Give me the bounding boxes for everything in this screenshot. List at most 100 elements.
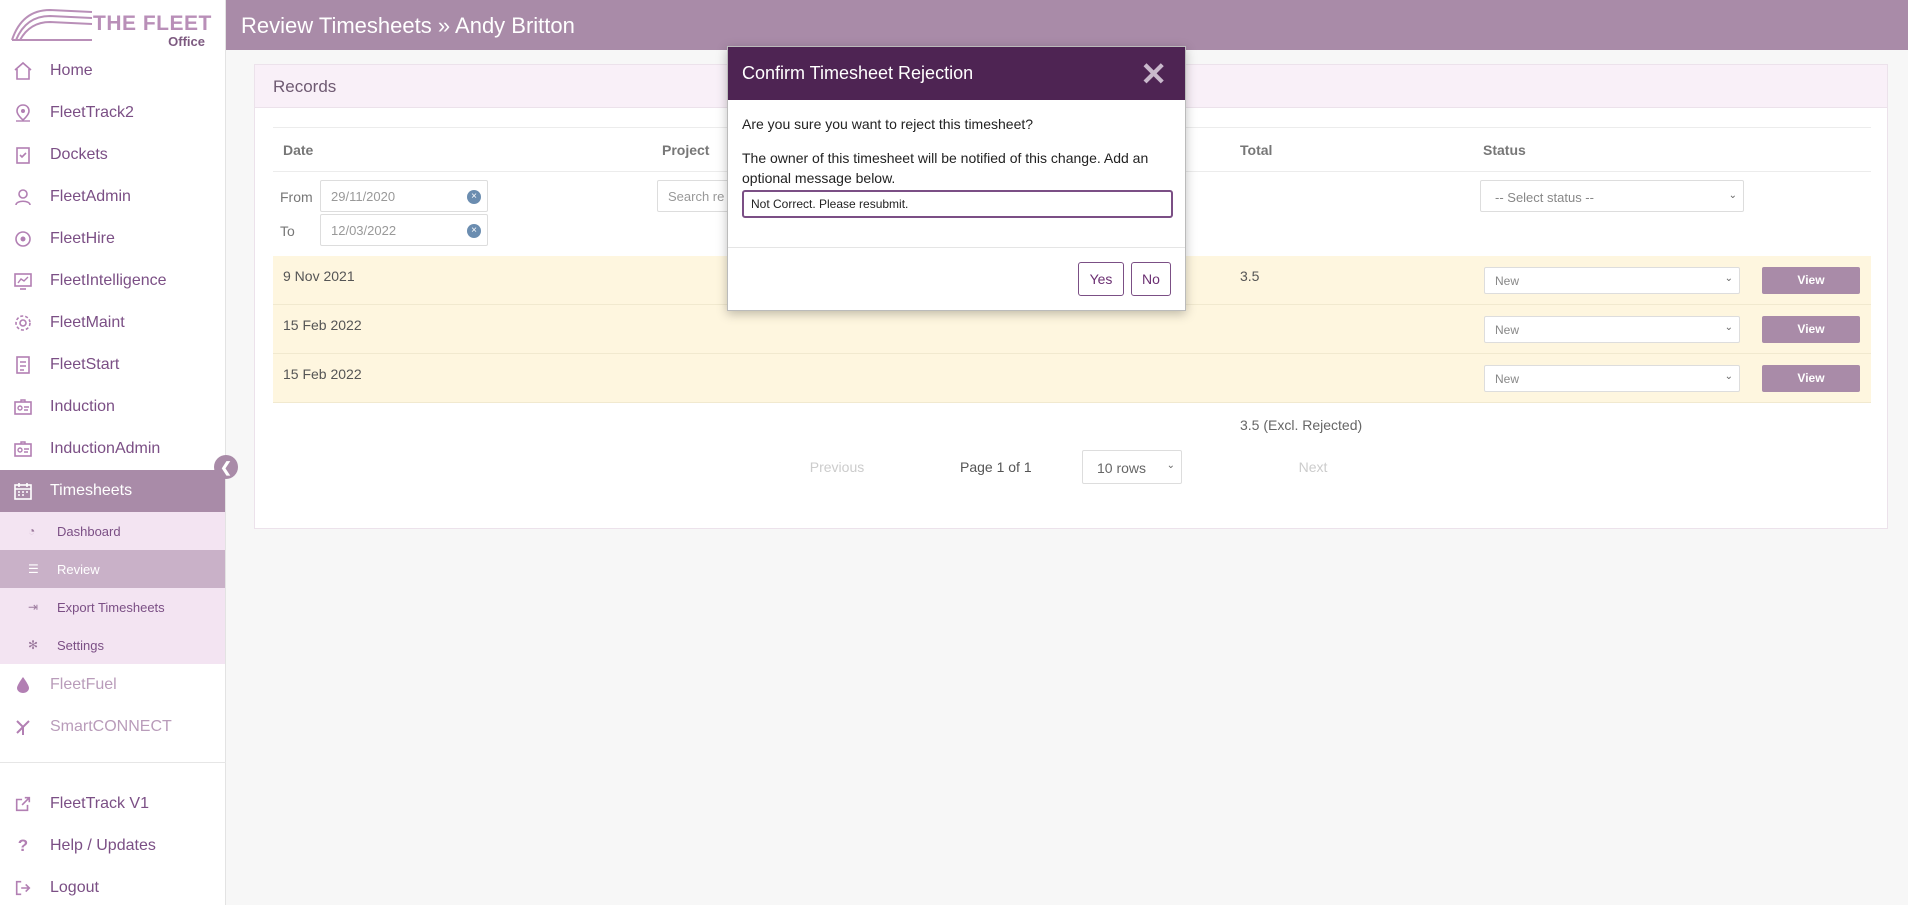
- next-page-button[interactable]: Next: [1263, 450, 1363, 484]
- user-icon: [12, 186, 34, 208]
- page-header: Review Timesheets » Andy Britton: [226, 0, 1908, 50]
- sidebar-item-home[interactable]: Home: [0, 50, 225, 92]
- sidebar-item-induction[interactable]: Induction: [0, 386, 225, 428]
- sidebar-item-fleethire[interactable]: FleetHire: [0, 218, 225, 260]
- yes-button[interactable]: Yes: [1078, 262, 1124, 296]
- previous-page-button[interactable]: Previous: [777, 450, 897, 484]
- summary-total: 3.5 (Excl. Rejected): [1240, 417, 1363, 433]
- table-row[interactable]: 15 Feb 2022 New ⌄ View: [273, 354, 1871, 403]
- sidebar-item-label: FleetMaint: [50, 314, 125, 331]
- sidebar-item-fleetfuel[interactable]: FleetFuel: [0, 664, 225, 706]
- subnav-label: Settings: [57, 637, 104, 653]
- sidebar-item-inductionadmin[interactable]: InductionAdmin: [0, 428, 225, 470]
- sidebar-item-fleettrack-v1[interactable]: FleetTrack V1: [0, 783, 226, 825]
- sidebar-item-smartconnect[interactable]: SmartCONNECT: [0, 706, 225, 748]
- table-row[interactable]: 15 Feb 2022 New ⌄ View: [273, 305, 1871, 354]
- gear-icon: [12, 312, 34, 334]
- clear-to-icon[interactable]: ×: [467, 224, 481, 238]
- row-date: 15 Feb 2022: [283, 317, 362, 333]
- sidebar-item-fleetintelligence[interactable]: FleetIntelligence: [0, 260, 225, 302]
- rows-per-page-value: 10 rows: [1097, 460, 1147, 476]
- map-pin-icon: [12, 102, 34, 124]
- breadcrumb-separator-icon: »: [437, 13, 451, 38]
- sidebar-item-fleettrack2[interactable]: FleetTrack2: [0, 92, 225, 134]
- sidebar-item-label: Induction: [50, 398, 115, 415]
- sidebar-item-label: Timesheets: [50, 482, 133, 499]
- fleet-logo-icon: [11, 8, 93, 41]
- column-header-date[interactable]: Date: [283, 142, 313, 158]
- close-icon[interactable]: ✕: [1140, 55, 1167, 93]
- search-placeholder: Search re: [668, 189, 725, 204]
- from-label: From: [280, 189, 313, 205]
- sidebar-item-label: Home: [50, 62, 93, 79]
- subnav-label: Review: [57, 561, 100, 577]
- sidebar-item-label: Help / Updates: [50, 837, 156, 854]
- row-status-select[interactable]: New ⌄: [1484, 316, 1740, 343]
- sidebar-item-help[interactable]: ? Help / Updates: [0, 825, 226, 867]
- view-button[interactable]: View: [1762, 365, 1860, 392]
- sidebar-item-logout[interactable]: Logout: [0, 867, 226, 905]
- subnav-settings[interactable]: ✻ Settings: [0, 626, 225, 664]
- subnav-dashboard[interactable]: ◔ Dashboard: [0, 512, 225, 550]
- subnav-review[interactable]: ☰ Review: [0, 550, 225, 588]
- tachometer-icon: ◔: [28, 524, 36, 538]
- sidebar-item-fleetadmin[interactable]: FleetAdmin: [0, 176, 225, 218]
- rejection-message-input[interactable]: [742, 190, 1173, 218]
- column-header-total[interactable]: Total: [1240, 142, 1272, 158]
- sidebar-item-label: FleetHire: [50, 230, 115, 247]
- app-logo[interactable]: THE FLEET Office: [0, 0, 225, 50]
- row-status-select[interactable]: New ⌄: [1484, 267, 1740, 294]
- sidebar-item-label: FleetAdmin: [50, 188, 131, 205]
- connect-icon: [12, 716, 34, 738]
- row-status-value: New: [1495, 372, 1520, 386]
- sidebar-item-label: FleetIntelligence: [50, 272, 167, 289]
- sidebar-collapse-button[interactable]: ❮: [214, 455, 238, 479]
- logo-subtext: Office: [168, 34, 205, 49]
- status-filter-placeholder: -- Select status --: [1495, 190, 1594, 205]
- sidebar-item-dockets[interactable]: Dockets: [0, 134, 225, 176]
- status-filter-select[interactable]: -- Select status -- ⌄: [1480, 180, 1744, 212]
- home-icon: [12, 60, 34, 82]
- sidebar-item-fleetmaint[interactable]: FleetMaint: [0, 302, 225, 344]
- row-status-select[interactable]: New ⌄: [1484, 365, 1740, 392]
- calendar-icon: [12, 480, 34, 502]
- bottom-nav: FleetTrack V1 ? Help / Updates Logout: [0, 762, 226, 905]
- modal-body: Are you sure you want to reject this tim…: [728, 100, 1185, 248]
- sidebar-item-timesheets[interactable]: Timesheets: [0, 470, 225, 512]
- from-date-input[interactable]: 29/11/2020 ×: [320, 180, 488, 212]
- page-subject-name: Andy Britton: [455, 13, 575, 38]
- chevron-left-icon: ❮: [220, 458, 232, 475]
- drop-icon: [12, 674, 34, 696]
- row-status-value: New: [1495, 323, 1520, 337]
- chevron-down-icon: ⌄: [1724, 322, 1733, 333]
- logo-text: THE FLEET: [93, 12, 212, 35]
- chevron-down-icon: ⌄: [1728, 190, 1737, 201]
- from-date-value: 29/11/2020: [331, 189, 396, 204]
- to-label: To: [280, 223, 295, 239]
- sidebar-item-fleetstart[interactable]: FleetStart: [0, 344, 225, 386]
- timesheets-submenu: ◔ Dashboard ☰ Review ⇥ Export Timesheets…: [0, 512, 225, 664]
- view-button[interactable]: View: [1762, 316, 1860, 343]
- column-header-status[interactable]: Status: [1483, 142, 1526, 158]
- chevron-down-icon: ⌄: [1166, 460, 1175, 471]
- no-button[interactable]: No: [1131, 262, 1171, 296]
- id-card-icon: [12, 396, 34, 418]
- to-date-input[interactable]: 12/03/2022 ×: [320, 214, 488, 246]
- export-icon: ⇥: [28, 600, 39, 614]
- rows-per-page-select[interactable]: 10 rows ⌄: [1082, 450, 1182, 484]
- row-date: 15 Feb 2022: [283, 366, 362, 382]
- view-button[interactable]: View: [1762, 267, 1860, 294]
- checklist-icon: [12, 354, 34, 376]
- logout-icon: [12, 877, 34, 899]
- sidebar-item-label: FleetTrack2: [50, 104, 134, 121]
- page-title: Review Timesheets: [241, 13, 432, 38]
- row-status-value: New: [1495, 274, 1520, 288]
- sidebar-item-label: SmartCONNECT: [50, 718, 172, 735]
- clear-from-icon[interactable]: ×: [467, 190, 481, 204]
- column-header-project[interactable]: Project: [662, 142, 709, 158]
- dim-nav: FleetFuel SmartCONNECT: [0, 664, 225, 748]
- subnav-export-timesheets[interactable]: ⇥ Export Timesheets: [0, 588, 225, 626]
- chevron-down-icon: ⌄: [1724, 273, 1733, 284]
- row-total: 3.5: [1240, 268, 1260, 284]
- modal-header: Confirm Timesheet Rejection ✕: [728, 47, 1185, 100]
